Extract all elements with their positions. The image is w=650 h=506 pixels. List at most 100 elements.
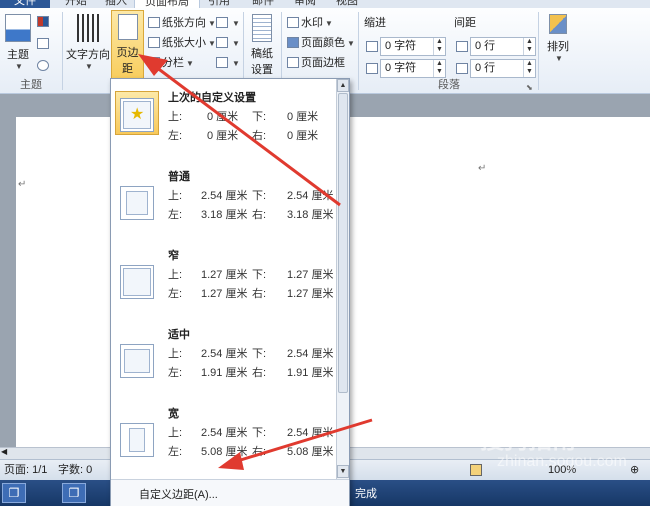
word-count[interactable]: 字数: 0 bbox=[58, 460, 92, 480]
tab-home[interactable]: 开始 bbox=[55, 0, 97, 8]
page-icon bbox=[120, 344, 154, 378]
indent-left-input[interactable]: 0 字符 ▲ ▼ bbox=[380, 37, 446, 56]
chevron-down-icon: ▼ bbox=[555, 54, 563, 63]
margin-preset-narrow[interactable]: 窄 上: 1.27 厘米 下: 1.27 厘米 左: 1.27 厘米 右: 1.… bbox=[111, 241, 337, 320]
scroll-left-icon[interactable]: ◀ bbox=[1, 447, 7, 456]
page-icon bbox=[120, 186, 154, 220]
effects-icon bbox=[37, 60, 49, 71]
value-right: 1.91 厘米 bbox=[287, 367, 334, 379]
margins-button[interactable]: 页边距 ▼ bbox=[111, 10, 144, 85]
label-left: 左: bbox=[168, 209, 183, 221]
group-separator bbox=[62, 12, 63, 90]
tab-insert[interactable]: 插入 bbox=[95, 0, 137, 8]
arrange-icon bbox=[549, 14, 567, 34]
tab-references[interactable]: 引用 bbox=[198, 0, 240, 8]
paragraph-group-label: 段落 bbox=[438, 79, 460, 91]
theme-fonts-button[interactable] bbox=[37, 38, 55, 52]
spinner-arrows-icon[interactable]: ▲ ▼ bbox=[523, 60, 535, 77]
value-top: 1.27 厘米 bbox=[201, 269, 248, 281]
scrollbar-thumb[interactable] bbox=[338, 93, 348, 393]
breaks-button[interactable]: ▼ bbox=[216, 14, 240, 32]
value-bottom: 2.54 厘米 bbox=[287, 190, 334, 202]
page-color-button[interactable]: 页面颜色 ▼ bbox=[287, 34, 355, 52]
value-left: 1.27 厘米 bbox=[201, 288, 248, 300]
size-button[interactable]: 纸张大小 ▼ bbox=[148, 34, 216, 52]
chevron-down-icon: ▼ bbox=[85, 62, 93, 71]
label-top: 上: bbox=[168, 190, 183, 202]
value-bottom: 2.54 厘米 bbox=[287, 427, 334, 439]
tab-mailings[interactable]: 邮件 bbox=[242, 0, 284, 8]
text-direction-button[interactable]: 文字方向 ▼ bbox=[66, 14, 110, 71]
taskbar-app-icon[interactable]: ❐ bbox=[62, 483, 86, 503]
preset-name: 宽 bbox=[168, 408, 179, 420]
watermark-button[interactable]: 水印 ▼ bbox=[287, 14, 333, 32]
chevron-down-icon: ▼ bbox=[208, 19, 216, 28]
hyphenation-button[interactable]: ▼ bbox=[216, 54, 240, 72]
text-direction-icon bbox=[77, 14, 99, 42]
chevron-down-icon: ▼ bbox=[232, 39, 240, 48]
preset-thumbnail bbox=[115, 328, 159, 378]
indent-left-value: 0 字符 bbox=[385, 40, 417, 52]
line-numbers-button[interactable]: ▼ bbox=[216, 34, 240, 52]
manuscript-settings-button[interactable]: 稿纸 设置 bbox=[247, 14, 277, 77]
value-bottom: 2.54 厘米 bbox=[287, 348, 334, 360]
margin-preset-moderate[interactable]: 适中 上: 2.54 厘米 下: 2.54 厘米 左: 1.91 厘米 右: 1… bbox=[111, 320, 337, 399]
spinner-arrows-icon[interactable]: ▲ ▼ bbox=[433, 60, 445, 77]
label-top: 上: bbox=[168, 427, 183, 439]
value-right: 5.08 厘米 bbox=[287, 446, 334, 458]
columns-label: 分栏 bbox=[162, 57, 184, 69]
label-top: 上: bbox=[168, 111, 183, 123]
chevron-down-icon: ▼ bbox=[232, 59, 240, 68]
text-direction-label: 文字方向 bbox=[66, 49, 110, 61]
orientation-button[interactable]: 纸张方向 ▼ bbox=[148, 14, 216, 32]
indent-left-icon bbox=[366, 41, 378, 52]
page-borders-button[interactable]: 页面边框 bbox=[287, 54, 345, 72]
spacing-after-icon bbox=[456, 63, 468, 74]
label-right: 右: bbox=[252, 446, 267, 458]
paragraph-mark: ↵ bbox=[18, 179, 27, 190]
page-count[interactable]: 页面: 1/1 bbox=[4, 460, 47, 480]
gallery-scrollbar[interactable]: ▲ ▼ bbox=[336, 79, 349, 479]
scroll-up-icon[interactable]: ▲ bbox=[337, 79, 349, 92]
spinner-arrows-icon[interactable]: ▲ ▼ bbox=[523, 38, 535, 55]
zoom-slider[interactable]: ⊕ bbox=[630, 460, 639, 480]
margins-gallery: ★ 上次的自定义设置 上: 0 厘米 下: 0 厘米 左: 0 厘米 右: 0 … bbox=[110, 78, 350, 506]
spinner-arrows-icon[interactable]: ▲ ▼ bbox=[433, 38, 445, 55]
orientation-icon bbox=[148, 17, 160, 28]
arrange-label: 排列 bbox=[547, 41, 569, 53]
margin-frame bbox=[123, 268, 151, 296]
orientation-label: 纸张方向 bbox=[162, 17, 206, 29]
margin-preset-normal[interactable]: 普通 上: 2.54 厘米 下: 2.54 厘米 左: 3.18 厘米 右: 3… bbox=[111, 162, 337, 241]
label-bottom: 下: bbox=[252, 427, 267, 439]
dialog-launcher-icon[interactable]: ⬊ bbox=[526, 83, 533, 92]
spacing-heading: 间距 bbox=[454, 17, 476, 29]
margin-preset-wide[interactable]: 宽 上: 2.54 厘米 下: 2.54 厘米 左: 5.08 厘米 右: 5.… bbox=[111, 399, 337, 478]
tab-file[interactable]: 文件 bbox=[0, 0, 50, 8]
spacing-before-icon bbox=[456, 41, 468, 52]
columns-button[interactable]: 分栏 ▼ bbox=[148, 54, 194, 72]
preset-name: 上次的自定义设置 bbox=[168, 92, 256, 104]
theme-colors-button[interactable] bbox=[37, 16, 55, 30]
margin-preset-last-custom[interactable]: ★ 上次的自定义设置 上: 0 厘米 下: 0 厘米 左: 0 厘米 右: 0 … bbox=[111, 83, 337, 162]
spacing-before-input[interactable]: 0 行 ▲ ▼ bbox=[470, 37, 536, 56]
custom-margins-item[interactable]: 自定义边距(A)... bbox=[111, 479, 349, 506]
tab-review[interactable]: 审阅 bbox=[284, 0, 326, 8]
label-top: 上: bbox=[168, 269, 183, 281]
manuscript-icon bbox=[252, 14, 272, 42]
label-top: 上: bbox=[168, 348, 183, 360]
scroll-down-icon[interactable]: ▼ bbox=[337, 465, 349, 478]
taskbar-status-text: 完成 bbox=[355, 488, 377, 500]
margin-frame bbox=[124, 349, 150, 373]
tab-view[interactable]: 视图 bbox=[326, 0, 368, 8]
theme-effects-button[interactable] bbox=[37, 60, 55, 74]
margin-frame bbox=[126, 191, 148, 215]
themes-button[interactable]: 主题 ▼ bbox=[3, 14, 33, 71]
taskbar-app-icon[interactable]: ❐ bbox=[2, 483, 26, 503]
margin-frame bbox=[129, 428, 145, 452]
print-layout-view-icon[interactable] bbox=[470, 464, 482, 476]
arrange-button[interactable]: 排列 ▼ bbox=[543, 14, 573, 63]
page-icon bbox=[120, 423, 154, 457]
value-left: 0 厘米 bbox=[207, 130, 239, 142]
tab-page-layout[interactable]: 页面布局 bbox=[134, 0, 200, 8]
size-label: 纸张大小 bbox=[162, 37, 206, 49]
